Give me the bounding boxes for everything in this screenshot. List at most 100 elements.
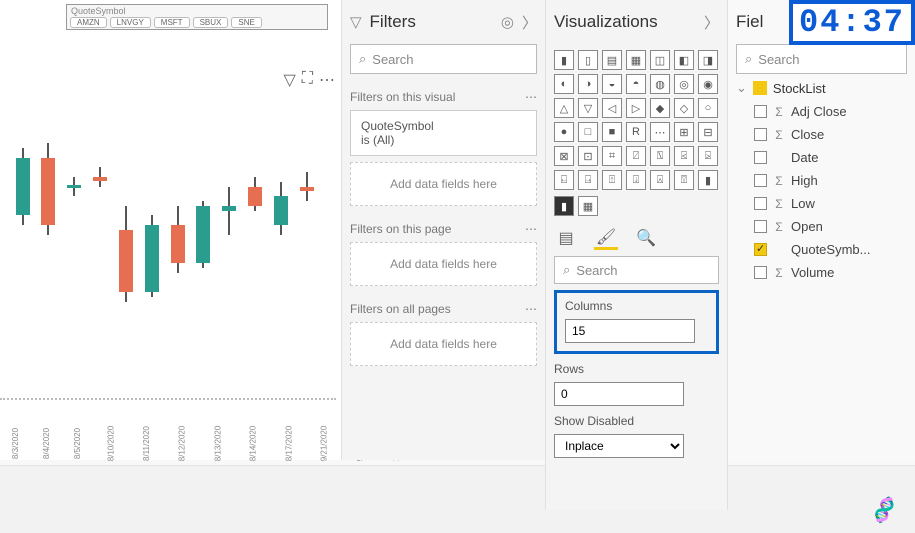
format-search[interactable]: ⌕ Search — [554, 256, 719, 284]
viz-type-32[interactable]: ⍂ — [650, 146, 670, 166]
viz-type-17[interactable]: ▷ — [626, 98, 646, 118]
viz-type-41[interactable]: ▮ — [698, 170, 718, 190]
checkbox[interactable] — [754, 197, 767, 210]
viz-type-33[interactable]: ⍃ — [674, 146, 694, 166]
focus-mode-icon[interactable]: ⛶ — [302, 70, 313, 90]
viz-type-11[interactable]: ◍ — [650, 74, 670, 94]
columns-input[interactable] — [565, 319, 695, 343]
visualizations-pane: Visualizations 〉 ▮▯▤▦◫◧◨◐◑◒◓◍◎◉△▽◁▷◆◇○●□… — [545, 0, 728, 510]
viz-type-2[interactable]: ▤ — [602, 50, 622, 70]
viz-type-13[interactable]: ◉ — [698, 74, 718, 94]
viz-type-14[interactable]: △ — [554, 98, 574, 118]
field-open[interactable]: ΣOpen — [736, 215, 907, 238]
field-volume[interactable]: ΣVolume — [736, 261, 907, 284]
x-tick: 8/4/2020 — [42, 428, 51, 459]
format-tab[interactable]: 🖌 — [594, 226, 618, 250]
viz-type-16[interactable]: ◁ — [602, 98, 622, 118]
fields-search[interactable]: ⌕ Search — [736, 44, 907, 74]
checkbox[interactable] — [754, 128, 767, 141]
viz-type-23[interactable]: ■ — [602, 122, 622, 142]
viz-type-27[interactable]: ⊟ — [698, 122, 718, 142]
viz-type-35[interactable]: ⍇ — [554, 170, 574, 190]
viz-type-10[interactable]: ◓ — [626, 74, 646, 94]
slicer-chip-amzn[interactable]: AMZN — [70, 17, 107, 28]
viz-type-20[interactable]: ○ — [698, 98, 718, 118]
visualizations-title: Visualizations — [554, 12, 696, 32]
viz-type-25[interactable]: ⋯ — [650, 122, 670, 142]
viz-type-21[interactable]: ● — [554, 122, 574, 142]
filter-drop-page[interactable]: Add data fields here — [350, 242, 537, 286]
checkbox[interactable] — [754, 151, 767, 164]
viz-type-30[interactable]: ⌗ — [602, 146, 622, 166]
viz-type-15[interactable]: ▽ — [578, 98, 598, 118]
more-icon[interactable]: ⋯ — [525, 222, 537, 236]
viz-type-6[interactable]: ◨ — [698, 50, 718, 70]
checkbox[interactable] — [754, 105, 767, 118]
show-disabled-select[interactable]: Inplace — [554, 434, 684, 458]
filter-icon[interactable]: ▽ — [283, 70, 295, 90]
field-quotesymb[interactable]: QuoteSymb... — [736, 238, 907, 261]
collapse-icon[interactable]: 〉 — [522, 12, 537, 33]
field-low[interactable]: ΣLow — [736, 192, 907, 215]
columns-label: Columns — [565, 299, 708, 313]
viz-type-5[interactable]: ◧ — [674, 50, 694, 70]
eye-icon[interactable]: ◎ — [501, 13, 514, 31]
viz-type-12[interactable]: ◎ — [674, 74, 694, 94]
viz-type-37[interactable]: ⍐ — [602, 170, 622, 190]
viz-type-8[interactable]: ◑ — [578, 74, 598, 94]
field-date[interactable]: Date — [736, 146, 907, 169]
sigma-icon: Σ — [773, 197, 785, 211]
viz-type-34[interactable]: ⍄ — [698, 146, 718, 166]
more-icon[interactable]: ⋯ — [525, 90, 537, 104]
field-adjclose[interactable]: ΣAdj Close — [736, 100, 907, 123]
viz-type-18[interactable]: ◆ — [650, 98, 670, 118]
checkbox[interactable] — [754, 243, 767, 256]
viz-type-24[interactable]: R — [626, 122, 646, 142]
field-label: Open — [791, 219, 823, 234]
x-tick: 8/11/2020 — [142, 426, 151, 461]
field-high[interactable]: ΣHigh — [736, 169, 907, 192]
x-tick: 8/3/2020 — [11, 428, 20, 459]
viz-type-9[interactable]: ◒ — [602, 74, 622, 94]
more-icon[interactable]: ⋯ — [525, 302, 537, 316]
checkbox[interactable] — [754, 266, 767, 279]
slicer-visual[interactable]: QuoteSymbol AMZNLNVGYMSFTSBUXSNE — [66, 4, 328, 30]
slicer-chip-sbux[interactable]: SBUX — [193, 17, 229, 28]
viz-type-29[interactable]: ⊡ — [578, 146, 598, 166]
viz-type-39[interactable]: ⍓ — [650, 170, 670, 190]
viz-type-36[interactable]: ⍈ — [578, 170, 598, 190]
fields-tab[interactable]: ▤ — [554, 226, 578, 250]
checkbox[interactable] — [754, 174, 767, 187]
analytics-tab[interactable]: 🔍 — [634, 226, 658, 250]
rows-input[interactable] — [554, 382, 684, 406]
collapse-icon[interactable]: 〉 — [704, 12, 719, 33]
slicer-chip-msft[interactable]: MSFT — [154, 17, 190, 28]
viz-type-7[interactable]: ◐ — [554, 74, 574, 94]
filter-pane-icon: ▽ — [350, 13, 362, 31]
checkbox[interactable] — [754, 220, 767, 233]
custom-visual-1[interactable]: ▮ — [554, 196, 574, 216]
viz-type-3[interactable]: ▦ — [626, 50, 646, 70]
slicer-chip-lnvgy[interactable]: LNVGY — [110, 17, 151, 28]
viz-type-0[interactable]: ▮ — [554, 50, 574, 70]
table-stocklist[interactable]: ⌄ StockList — [736, 80, 907, 96]
filter-drop-visual[interactable]: Add data fields here — [350, 162, 537, 206]
viz-type-40[interactable]: ⍔ — [674, 170, 694, 190]
viz-type-26[interactable]: ⊞ — [674, 122, 694, 142]
filter-card-quotesymbol[interactable]: QuoteSymbol is (All) — [350, 110, 537, 156]
sigma-icon: Σ — [773, 174, 785, 188]
viz-type-4[interactable]: ◫ — [650, 50, 670, 70]
viz-type-31[interactable]: ⍁ — [626, 146, 646, 166]
custom-visual-2[interactable]: ▦ — [578, 196, 598, 216]
more-options-icon[interactable]: ⋯ — [319, 70, 335, 90]
viz-type-38[interactable]: ⍗ — [626, 170, 646, 190]
x-tick: 8/12/2020 — [177, 426, 186, 462]
field-close[interactable]: ΣClose — [736, 123, 907, 146]
viz-type-1[interactable]: ▯ — [578, 50, 598, 70]
viz-type-22[interactable]: □ — [578, 122, 598, 142]
slicer-chip-sne[interactable]: SNE — [231, 17, 261, 28]
viz-type-19[interactable]: ◇ — [674, 98, 694, 118]
filter-drop-all[interactable]: Add data fields here — [350, 322, 537, 366]
filters-search[interactable]: ⌕ Search — [350, 44, 537, 74]
viz-type-28[interactable]: ⊠ — [554, 146, 574, 166]
